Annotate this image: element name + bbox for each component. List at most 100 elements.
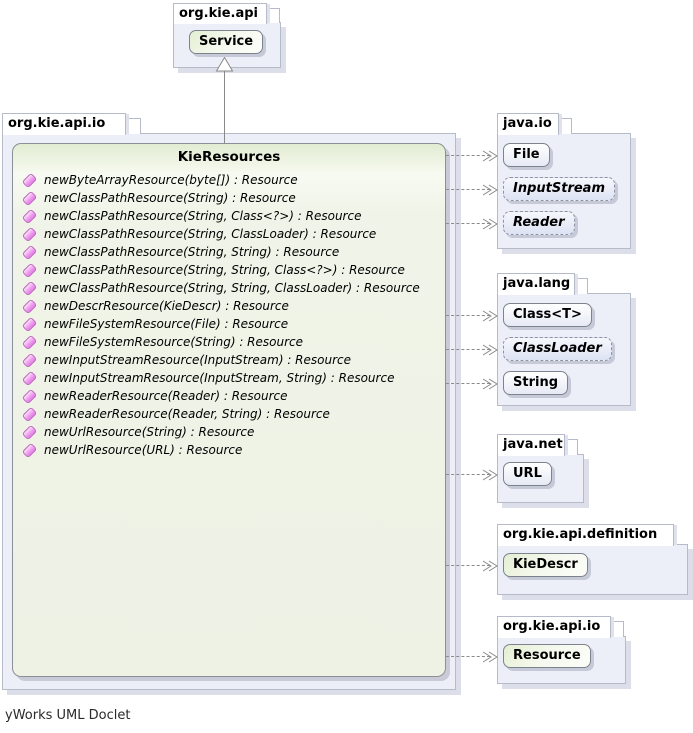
dependency-arrow-file bbox=[446, 150, 498, 162]
class-label: URL bbox=[513, 466, 542, 481]
method-icon bbox=[22, 406, 38, 422]
class-service[interactable]: Service bbox=[189, 30, 263, 54]
dependency-arrow-class-t bbox=[446, 310, 498, 322]
class-label: Resource bbox=[513, 648, 581, 663]
class-class-t[interactable]: Class<T> bbox=[503, 303, 592, 327]
method-label: newUrlResource(String) : Resource bbox=[44, 425, 254, 439]
package-org-kie-api-definition: org.kie.api.definition KieDescr bbox=[497, 524, 693, 600]
class-file[interactable]: File bbox=[503, 143, 550, 167]
method-label: newByteArrayResource(byte[]) : Resource bbox=[44, 173, 298, 187]
method-label: newClassPathResource(String, String, Cla… bbox=[44, 263, 405, 277]
class-url[interactable]: URL bbox=[503, 462, 552, 486]
package-tab-step bbox=[563, 439, 578, 455]
package-java-io: java.io File InputStream Reader bbox=[497, 113, 637, 253]
method-label: newFileSystemResource(String) : Resource bbox=[44, 335, 303, 349]
dependency-arrow-inputstream bbox=[446, 184, 498, 196]
method-row[interactable]: newByteArrayResource(byte[]) : Resource bbox=[13, 171, 445, 189]
method-label: newReaderResource(Reader) : Resource bbox=[44, 389, 288, 403]
package-tab-step bbox=[609, 621, 624, 637]
class-label: Class<T> bbox=[513, 307, 582, 322]
class-classloader[interactable]: ClassLoader bbox=[503, 337, 612, 361]
package-tab: org.kie.api.definition bbox=[497, 524, 674, 546]
class-label: InputStream bbox=[513, 181, 605, 196]
package-org-kie-api-io-right: org.kie.api.io Resource bbox=[497, 616, 632, 688]
method-row[interactable]: newClassPathResource(String, Class<?>) :… bbox=[13, 207, 445, 225]
class-label: KieDescr bbox=[513, 557, 578, 572]
dependency-arrow-classloader bbox=[446, 344, 498, 356]
method-icon bbox=[22, 172, 38, 188]
method-row[interactable]: newDescrResource(KieDescr) : Resource bbox=[13, 297, 445, 315]
method-row[interactable]: newClassPathResource(String) : Resource bbox=[13, 189, 445, 207]
inheritance-line bbox=[224, 71, 225, 143]
dependency-arrow-reader bbox=[446, 218, 498, 230]
dependency-arrow-kiedescr bbox=[446, 560, 498, 572]
class-resource[interactable]: Resource bbox=[503, 644, 591, 668]
method-icon bbox=[22, 190, 38, 206]
method-icon bbox=[22, 244, 38, 260]
method-row[interactable]: newClassPathResource(String, String) : R… bbox=[13, 243, 445, 261]
class-string[interactable]: String bbox=[503, 371, 568, 395]
package-tab: org.kie.api bbox=[173, 3, 267, 24]
method-label: newClassPathResource(String, ClassLoader… bbox=[44, 227, 376, 241]
class-label: Service bbox=[199, 34, 253, 49]
method-icon bbox=[22, 424, 38, 440]
method-icon bbox=[22, 262, 38, 278]
method-icon bbox=[22, 442, 38, 458]
method-label: newClassPathResource(String, String, Cla… bbox=[44, 281, 420, 295]
method-label: newUrlResource(URL) : Resource bbox=[44, 443, 242, 457]
method-row[interactable]: newClassPathResource(String, ClassLoader… bbox=[13, 225, 445, 243]
method-row[interactable]: newClassPathResource(String, String, Cla… bbox=[13, 279, 445, 297]
package-tab-step bbox=[557, 118, 572, 134]
method-row[interactable]: newUrlResource(String) : Resource bbox=[13, 423, 445, 441]
dependency-arrow-string bbox=[446, 378, 498, 390]
class-label: Reader bbox=[513, 215, 565, 230]
class-kieresources[interactable]: KieResources newByteArrayResource(byte[]… bbox=[12, 143, 446, 677]
method-label: newClassPathResource(String) : Resource bbox=[44, 191, 296, 205]
method-row[interactable]: newInputStreamResource(InputStream, Stri… bbox=[13, 369, 445, 387]
method-row[interactable]: newClassPathResource(String, String, Cla… bbox=[13, 261, 445, 279]
method-row[interactable]: newFileSystemResource(String) : Resource bbox=[13, 333, 445, 351]
method-row[interactable]: newUrlResource(URL) : Resource bbox=[13, 441, 445, 459]
dependency-arrow-resource bbox=[446, 651, 498, 663]
method-icon bbox=[22, 298, 38, 314]
method-icon bbox=[22, 280, 38, 296]
package-name: org.kie.api.definition bbox=[503, 527, 657, 542]
method-label: newFileSystemResource(File) : Resource bbox=[44, 317, 288, 331]
footer-label: yWorks UML Doclet bbox=[5, 708, 130, 723]
method-row[interactable]: newReaderResource(Reader) : Resource bbox=[13, 387, 445, 405]
inheritance-triangle-icon bbox=[215, 57, 234, 72]
package-name: java.lang bbox=[503, 276, 570, 291]
class-inputstream[interactable]: InputStream bbox=[503, 177, 615, 201]
package-org-kie-api-io-main: org.kie.api.io KieResources newByteArray… bbox=[2, 113, 464, 695]
method-icon bbox=[22, 388, 38, 404]
method-label: newDescrResource(KieDescr) : Resource bbox=[44, 299, 289, 313]
package-tab-step bbox=[124, 118, 141, 134]
method-icon bbox=[22, 334, 38, 350]
package-tab-step bbox=[265, 8, 280, 23]
class-kiedescr[interactable]: KieDescr bbox=[503, 553, 588, 577]
package-tab: org.kie.api.io bbox=[497, 616, 611, 638]
class-reader[interactable]: Reader bbox=[503, 211, 575, 235]
method-row[interactable]: newFileSystemResource(File) : Resource bbox=[13, 315, 445, 333]
dependency-arrow-url bbox=[446, 469, 498, 481]
package-tab: org.kie.api.io bbox=[2, 113, 126, 135]
class-title: KieResources bbox=[13, 144, 445, 169]
class-label: File bbox=[513, 147, 540, 162]
package-java-net: java.net URL bbox=[497, 434, 592, 507]
method-icon bbox=[22, 316, 38, 332]
method-icon bbox=[22, 226, 38, 242]
package-tab: java.lang bbox=[497, 273, 575, 295]
method-icon bbox=[22, 370, 38, 386]
uml-diagram: org.kie.api Service org.kie.api.io KieRe… bbox=[0, 0, 693, 733]
package-name: java.net bbox=[503, 437, 563, 452]
method-label: newClassPathResource(String, Class<?>) :… bbox=[44, 209, 361, 223]
package-name: org.kie.api.io bbox=[8, 116, 105, 131]
package-name: java.io bbox=[503, 116, 552, 131]
package-tab: java.io bbox=[497, 113, 559, 135]
method-label: newClassPathResource(String, String) : R… bbox=[44, 245, 339, 259]
method-row[interactable]: newReaderResource(Reader, String) : Reso… bbox=[13, 405, 445, 423]
method-label: newInputStreamResource(InputStream, Stri… bbox=[44, 371, 394, 385]
package-name: org.kie.api.io bbox=[503, 619, 600, 634]
method-row[interactable]: newInputStreamResource(InputStream) : Re… bbox=[13, 351, 445, 369]
package-tab: java.net bbox=[497, 434, 565, 456]
